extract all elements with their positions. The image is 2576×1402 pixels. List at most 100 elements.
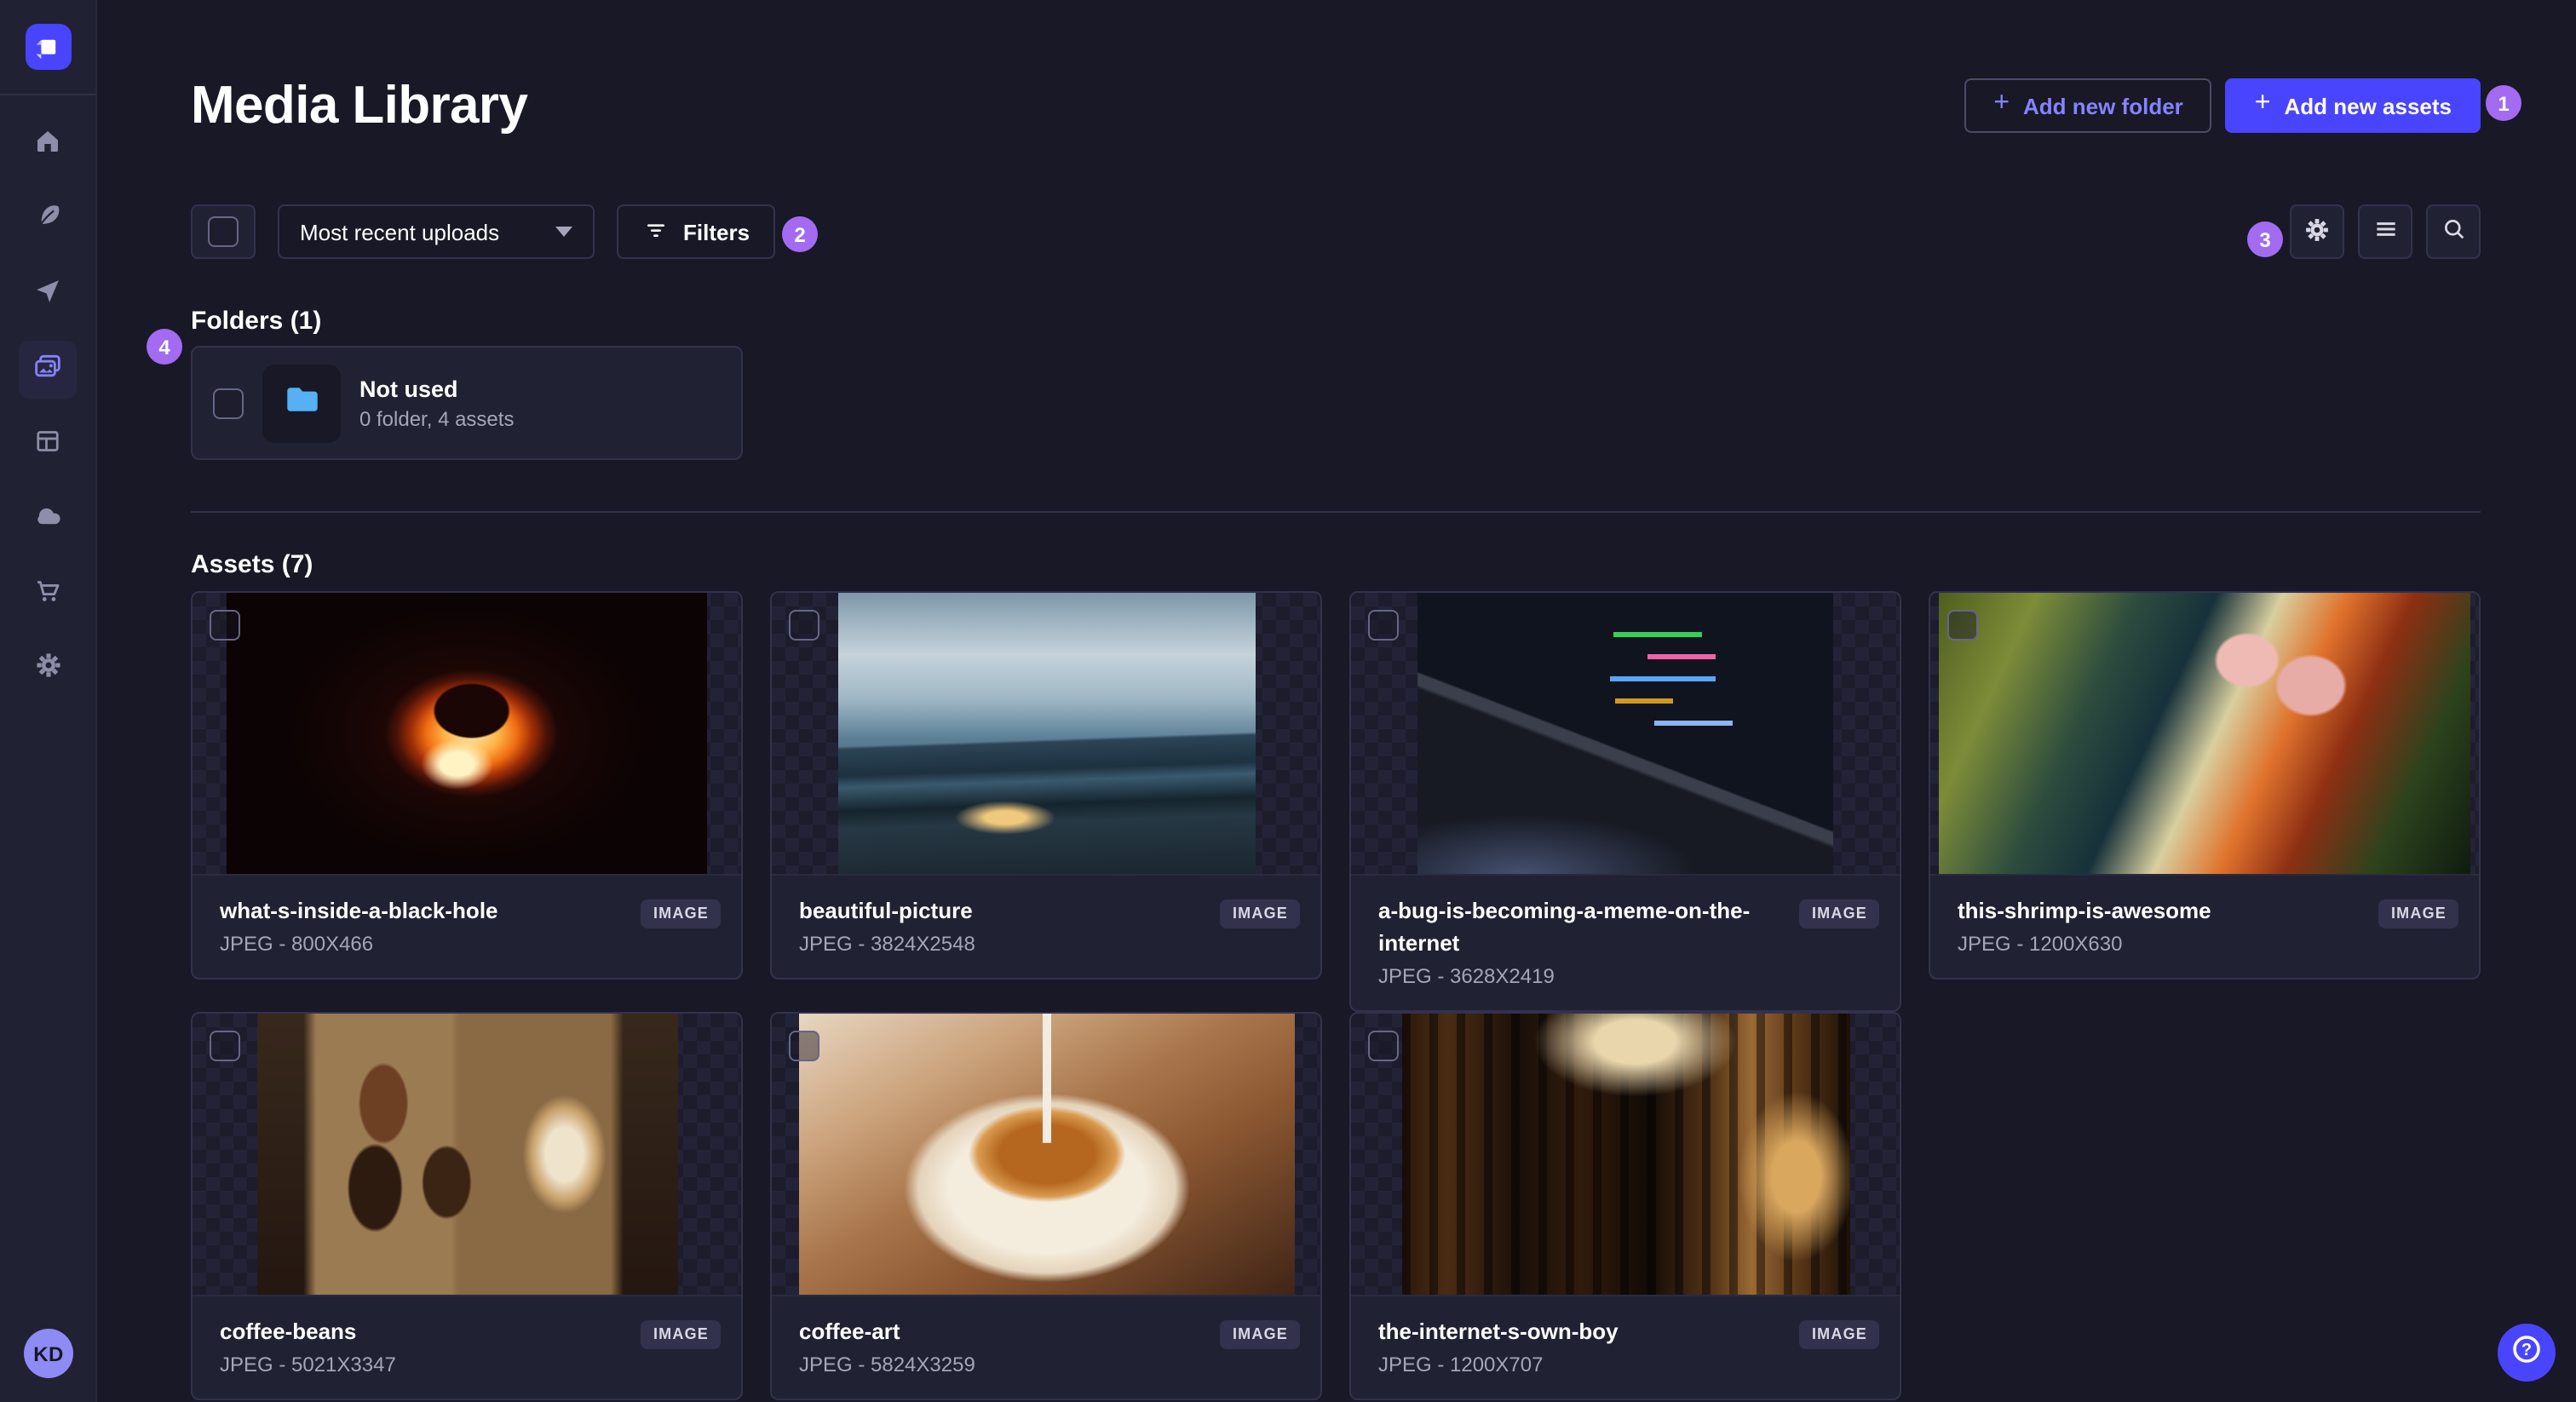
- sidebar-item-media-library[interactable]: [19, 341, 77, 399]
- folder-card[interactable]: Not used 0 folder, 4 assets: [191, 346, 743, 460]
- cart-icon: [32, 575, 63, 614]
- asset-card-footer: coffee-beans JPEG - 5021X3347 IMAGE: [193, 1296, 741, 1399]
- configure-view-button[interactable]: [2290, 204, 2344, 259]
- filter-icon: [642, 215, 670, 248]
- folder-tile: [262, 364, 341, 442]
- add-new-assets-button[interactable]: + Add new assets: [2225, 78, 2481, 133]
- asset-image: [1417, 593, 1833, 874]
- viewport: KD Media Library + Add new folder + Add …: [0, 0, 2576, 1402]
- assets-heading: Assets (7): [191, 550, 313, 579]
- gear-icon: [32, 649, 64, 690]
- asset-thumbnail: [1351, 1014, 1900, 1296]
- asset-card[interactable]: a-bug-is-becoming-a-meme-on-the-internet…: [1349, 591, 1901, 1012]
- asset-thumbnail: [772, 593, 1320, 876]
- sidebar-item-content[interactable]: [19, 191, 77, 249]
- asset-meta: JPEG - 1200X630: [1958, 932, 2123, 956]
- asset-checkbox[interactable]: [789, 1031, 819, 1061]
- toolbar: Most recent uploads Filters: [191, 204, 2481, 259]
- cloud-icon: [32, 499, 64, 540]
- sidebar-item-marketplace[interactable]: [19, 566, 77, 623]
- asset-name: a-bug-is-becoming-a-meme-on-the-internet: [1378, 898, 1751, 956]
- asset-thumbnail: [1351, 593, 1900, 876]
- home-icon: [32, 125, 63, 164]
- asset-checkbox[interactable]: [210, 1031, 240, 1061]
- user-avatar[interactable]: KD: [24, 1329, 73, 1378]
- page-header: Media Library + Add new folder + Add new…: [191, 75, 2481, 136]
- asset-checkbox[interactable]: [1947, 610, 1978, 641]
- annotation-mark-1: 1: [2486, 85, 2521, 121]
- sidebar-item-home[interactable]: [19, 116, 77, 174]
- asset-type-badge: IMAGE: [1799, 1320, 1879, 1349]
- asset-card-footer: what-s-inside-a-black-hole JPEG - 800X46…: [193, 876, 741, 978]
- asset-card-footer: a-bug-is-becoming-a-meme-on-the-internet…: [1351, 876, 1900, 1010]
- asset-image: [227, 593, 707, 874]
- add-new-folder-button[interactable]: + Add new folder: [1964, 78, 2212, 133]
- help-button[interactable]: ?: [2498, 1324, 2556, 1382]
- select-all-container: [191, 204, 256, 259]
- asset-meta: JPEG - 1200X707: [1378, 1353, 1544, 1376]
- asset-thumbnail: [193, 1014, 741, 1296]
- asset-card[interactable]: the-internet-s-own-boy JPEG - 1200X707 I…: [1349, 1012, 1901, 1400]
- folder-checkbox[interactable]: [213, 388, 244, 418]
- asset-card-footer: beautiful-picture JPEG - 3824X2548 IMAGE: [772, 876, 1320, 978]
- add-new-folder-label: Add new folder: [2023, 93, 2183, 118]
- asset-card[interactable]: what-s-inside-a-black-hole JPEG - 800X46…: [191, 591, 743, 980]
- asset-checkbox[interactable]: [1368, 1031, 1399, 1061]
- folder-icon: [280, 377, 323, 428]
- asset-meta: JPEG - 5021X3347: [220, 1353, 396, 1376]
- asset-meta: JPEG - 5824X3259: [799, 1353, 975, 1376]
- asset-texts: this-shrimp-is-awesome JPEG - 1200X630: [1958, 894, 2379, 956]
- asset-card[interactable]: coffee-art JPEG - 5824X3259 IMAGE: [770, 1012, 1322, 1400]
- asset-type-badge: IMAGE: [1220, 899, 1300, 928]
- select-all-checkbox[interactable]: [208, 216, 239, 247]
- asset-checkbox[interactable]: [210, 610, 240, 641]
- annotation-mark-4: 4: [147, 329, 182, 365]
- sidebar-item-cloud[interactable]: [19, 491, 77, 549]
- asset-card[interactable]: coffee-beans JPEG - 5021X3347 IMAGE: [191, 1012, 743, 1400]
- asset-meta: JPEG - 3628X2419: [1378, 964, 1555, 988]
- asset-texts: beautiful-picture JPEG - 3824X2548: [799, 894, 1221, 956]
- sidebar-item-settings[interactable]: [19, 641, 77, 698]
- asset-type-badge: IMAGE: [2378, 899, 2458, 928]
- asset-image: [256, 1014, 677, 1295]
- chevron-down-icon: [555, 227, 572, 237]
- search-button[interactable]: [2426, 204, 2481, 259]
- paper-plane-icon: [32, 275, 63, 314]
- asset-checkbox[interactable]: [789, 610, 819, 641]
- strapi-logo-icon[interactable]: [25, 24, 71, 70]
- asset-card-footer: coffee-art JPEG - 5824X3259 IMAGE: [772, 1296, 1320, 1399]
- sidebar-item-releases[interactable]: [19, 266, 77, 324]
- filters-button[interactable]: Filters: [617, 204, 776, 259]
- asset-name: coffee-beans: [220, 1319, 357, 1344]
- asset-meta: JPEG - 800X466: [220, 932, 374, 956]
- asset-texts: what-s-inside-a-black-hole JPEG - 800X46…: [220, 894, 641, 956]
- question-mark-icon: ?: [2506, 1328, 2547, 1377]
- asset-texts: coffee-beans JPEG - 5021X3347: [220, 1315, 641, 1376]
- sidebar: KD: [0, 0, 97, 1402]
- asset-name: what-s-inside-a-black-hole: [220, 898, 498, 923]
- section-divider: [191, 511, 2481, 513]
- asset-name: coffee-art: [799, 1319, 900, 1344]
- folder-name: Not used: [359, 376, 458, 401]
- asset-texts: a-bug-is-becoming-a-meme-on-the-internet…: [1378, 894, 1800, 988]
- asset-image: [1401, 1014, 1849, 1295]
- folder-texts: Not used 0 folder, 4 assets: [359, 376, 514, 430]
- plus-icon: +: [1993, 89, 2010, 118]
- header-actions: + Add new folder + Add new assets: [1964, 78, 2481, 133]
- media-library-icon: [31, 348, 65, 391]
- asset-thumbnail: [193, 593, 741, 876]
- plus-icon: +: [2254, 89, 2271, 118]
- asset-image: [1939, 593, 2470, 874]
- asset-texts: the-internet-s-own-boy JPEG - 1200X707: [1378, 1315, 1800, 1376]
- sidebar-item-content-type-builder[interactable]: [19, 416, 77, 474]
- asset-card[interactable]: beautiful-picture JPEG - 3824X2548 IMAGE: [770, 591, 1322, 980]
- asset-checkbox[interactable]: [1368, 610, 1399, 641]
- folder-meta: 0 folder, 4 assets: [359, 406, 515, 430]
- sort-dropdown[interactable]: Most recent uploads: [278, 204, 595, 259]
- logo-container: [0, 0, 95, 95]
- asset-grid: what-s-inside-a-black-hole JPEG - 800X46…: [191, 591, 2481, 1400]
- add-new-assets-label: Add new assets: [2284, 93, 2452, 118]
- toolbar-right: [2290, 204, 2481, 259]
- asset-card[interactable]: this-shrimp-is-awesome JPEG - 1200X630 I…: [1929, 591, 2481, 980]
- list-view-button[interactable]: [2358, 204, 2412, 259]
